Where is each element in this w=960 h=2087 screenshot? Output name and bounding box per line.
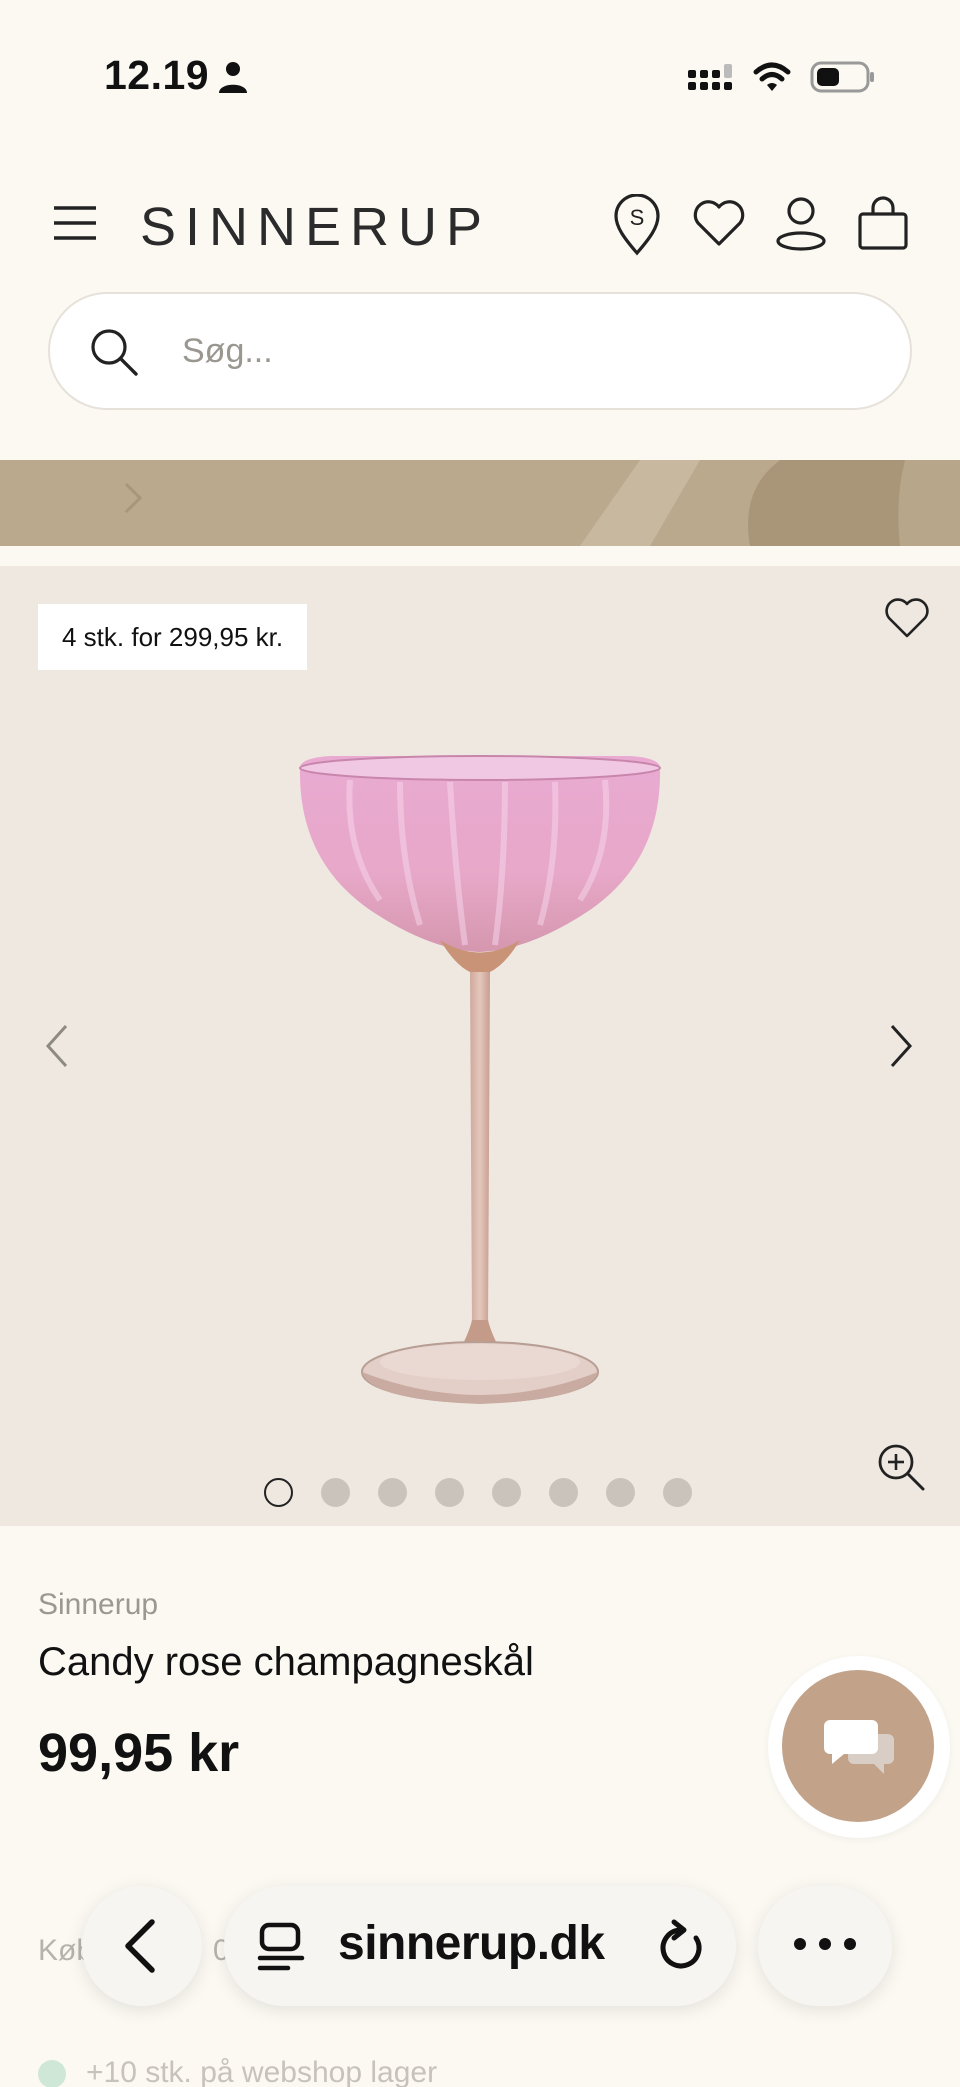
stock-status-dot	[38, 2060, 66, 2087]
svg-text:S: S	[630, 205, 645, 230]
pagination-dot-4[interactable]	[435, 1478, 464, 1507]
account-icon[interactable]	[774, 196, 828, 252]
reload-icon[interactable]	[656, 1918, 706, 1974]
battery-icon	[810, 61, 874, 93]
promo-badge: 4 stk. for 299,95 kr.	[38, 604, 308, 670]
promo-banner[interactable]	[0, 460, 960, 546]
pagination-dot-1[interactable]	[264, 1478, 293, 1507]
more-options-icon	[794, 1938, 856, 1950]
product-price: 99,95 kr	[38, 1723, 240, 1783]
stock-status-text: +10 stk. på webshop lager	[86, 2056, 438, 2087]
pagination-dot-3[interactable]	[378, 1478, 407, 1507]
product-brand[interactable]: Sinnerup	[38, 1588, 158, 1622]
wifi-icon	[753, 62, 791, 91]
browser-url[interactable]: sinnerup.dk	[338, 1916, 605, 1971]
pagination-dot-7[interactable]	[606, 1478, 635, 1507]
heart-icon[interactable]	[692, 198, 746, 248]
zoom-in-icon[interactable]	[876, 1442, 926, 1492]
person-icon	[219, 62, 247, 93]
store-locator-icon[interactable]: S	[612, 194, 662, 256]
next-image-arrow-icon[interactable]	[884, 1022, 918, 1070]
shopping-bag-icon[interactable]	[856, 196, 910, 252]
search-input[interactable]	[182, 318, 862, 384]
heart-icon[interactable]	[884, 596, 930, 640]
pagination-dot-5[interactable]	[492, 1478, 521, 1507]
chevron-right-icon	[124, 482, 143, 514]
product-title: Candy rose champagneskål	[38, 1640, 534, 1684]
menu-icon[interactable]	[52, 204, 98, 242]
reader-mode-icon[interactable]	[256, 1922, 308, 1972]
back-arrow-icon	[125, 1919, 155, 1973]
product-image[interactable]	[290, 750, 670, 1430]
previous-image-arrow-icon[interactable]	[40, 1022, 74, 1070]
pagination-dot-8[interactable]	[663, 1478, 692, 1507]
pagination-dot-6[interactable]	[549, 1478, 578, 1507]
gallery-pagination	[264, 1478, 692, 1508]
status-time: 12.19	[104, 52, 210, 98]
pagination-dot-2[interactable]	[321, 1478, 350, 1507]
chat-bubbles-icon	[824, 1720, 894, 1774]
banner-decoration	[580, 460, 960, 546]
site-logo[interactable]: SINNERUP	[140, 196, 491, 258]
search-icon	[91, 329, 138, 376]
signal-icon	[688, 64, 732, 90]
